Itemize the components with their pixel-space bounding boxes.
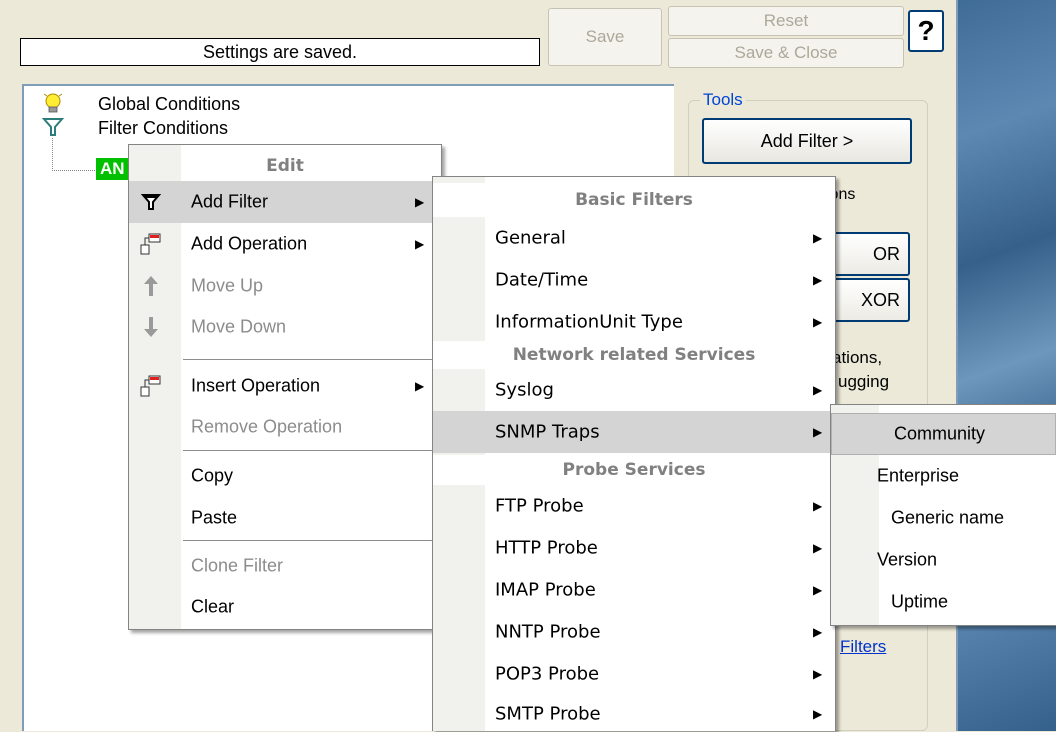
lightbulb-icon bbox=[43, 93, 63, 113]
paste-label: Paste bbox=[191, 507, 238, 528]
submenu-arrow-icon: ▶ bbox=[415, 379, 425, 393]
http-label: HTTP Probe bbox=[495, 537, 598, 559]
remove-operation-label: Remove Operation bbox=[191, 416, 343, 437]
submenu-arrow-icon: ▶ bbox=[813, 315, 823, 329]
submenu-item-datetime[interactable]: Date/Time ▶ bbox=[433, 259, 835, 301]
submenu-item-infounit[interactable]: InformationUnit Type ▶ bbox=[433, 301, 835, 343]
edit-context-menu: Edit Add Filter ▶ Add Operation ▶ Move U… bbox=[128, 144, 442, 630]
move-down-label: Move Down bbox=[191, 316, 287, 337]
submenu-arrow-icon: ▶ bbox=[813, 425, 823, 439]
general-label: General bbox=[495, 227, 566, 249]
menu-item-remove-operation[interactable]: Remove Operation bbox=[129, 407, 441, 447]
submenu-arrow-icon: ▶ bbox=[415, 195, 425, 209]
submenu-item-http-probe[interactable]: HTTP Probe ▶ bbox=[433, 527, 835, 569]
submenu-item-general[interactable]: General ▶ bbox=[433, 217, 835, 259]
menu-item-paste[interactable]: Paste bbox=[129, 497, 441, 539]
submenu-item-imap-probe[interactable]: IMAP Probe ▶ bbox=[433, 569, 835, 611]
uptime-label: Uptime bbox=[891, 591, 949, 612]
add-operation-label: Add Operation bbox=[191, 233, 308, 254]
submenu-item-ftp-probe[interactable]: FTP Probe ▶ bbox=[433, 485, 835, 527]
clone-filter-label: Clone Filter bbox=[191, 555, 284, 576]
submenu-arrow-icon: ▶ bbox=[415, 237, 425, 251]
snmp-item-version[interactable]: Version bbox=[831, 539, 1056, 581]
help-button[interactable]: ? bbox=[908, 10, 944, 52]
add-filter-label: Add Filter bbox=[191, 191, 269, 212]
header-probe-services: Probe Services bbox=[433, 455, 835, 485]
tree-label-filter: Filter Conditions bbox=[98, 118, 229, 138]
snmp-submenu: Community Enterprise Generic name Versio… bbox=[830, 404, 1056, 626]
snmp-item-generic-name[interactable]: Generic name bbox=[831, 497, 1056, 539]
operation-icon bbox=[140, 375, 161, 397]
copy-label: Copy bbox=[191, 465, 234, 486]
menu-separator bbox=[183, 359, 437, 360]
snmp-item-community[interactable]: Community bbox=[831, 413, 1056, 455]
enterprise-label: Enterprise bbox=[877, 465, 960, 486]
arrow-down-icon bbox=[144, 317, 158, 337]
submenu-item-smtp-probe[interactable]: SMTP Probe ▶ bbox=[433, 695, 835, 732]
snmp-item-enterprise[interactable]: Enterprise bbox=[831, 455, 1056, 497]
menu-item-insert-operation[interactable]: Insert Operation ▶ bbox=[129, 365, 441, 407]
menu-item-clone-filter[interactable]: Clone Filter bbox=[129, 545, 441, 587]
community-label: Community bbox=[894, 423, 986, 444]
submenu-arrow-icon: ▶ bbox=[813, 231, 823, 245]
snmp-label: SNMP Traps bbox=[495, 421, 600, 443]
smtp-label: SMTP Probe bbox=[495, 703, 601, 724]
submenu-item-syslog[interactable]: Syslog ▶ bbox=[433, 369, 835, 411]
infounit-label: InformationUnit Type bbox=[495, 311, 683, 333]
submenu-item-snmp-traps[interactable]: SNMP Traps ▶ bbox=[433, 411, 835, 453]
submenu-arrow-icon: ▶ bbox=[813, 583, 823, 597]
add-filter-button[interactable]: Add Filter > bbox=[702, 118, 912, 164]
submenu-arrow-icon: ▶ bbox=[813, 273, 823, 287]
menu-item-clear[interactable]: Clear bbox=[129, 587, 441, 627]
tree-connector bbox=[52, 138, 97, 171]
tree-label-global: Global Conditions bbox=[98, 94, 241, 114]
menu-separator bbox=[183, 540, 437, 541]
status-field: Settings are saved. bbox=[20, 38, 540, 66]
menu-item-move-down[interactable]: Move Down bbox=[129, 307, 441, 347]
submenu-arrow-icon: ▶ bbox=[813, 667, 823, 681]
nntp-label: NNTP Probe bbox=[495, 621, 601, 643]
version-label: Version bbox=[877, 549, 938, 570]
submenu-arrow-icon: ▶ bbox=[813, 499, 823, 513]
syslog-label: Syslog bbox=[495, 379, 554, 401]
menu-item-copy[interactable]: Copy bbox=[129, 455, 441, 497]
operation-icon bbox=[140, 233, 161, 255]
save-button[interactable]: Save bbox=[548, 8, 662, 66]
filters-link[interactable]: Filters bbox=[840, 637, 886, 657]
filter-submenu: Basic Filters General ▶ Date/Time ▶ Info… bbox=[432, 176, 836, 731]
imap-label: IMAP Probe bbox=[495, 579, 596, 601]
save-close-button[interactable]: Save & Close bbox=[668, 38, 904, 68]
info-text-2: ugging bbox=[838, 372, 890, 391]
funnel-icon bbox=[141, 194, 161, 210]
header-network-services: Network related Services bbox=[433, 341, 835, 369]
submenu-arrow-icon: ▶ bbox=[813, 541, 823, 555]
move-up-label: Move Up bbox=[191, 275, 264, 296]
menu-item-move-up[interactable]: Move Up bbox=[129, 265, 441, 307]
pop3-label: POP3 Probe bbox=[495, 663, 600, 685]
submenu-item-nntp-probe[interactable]: NNTP Probe ▶ bbox=[433, 611, 835, 653]
generic-name-label: Generic name bbox=[891, 507, 1005, 528]
submenu-arrow-icon: ▶ bbox=[813, 625, 823, 639]
info-text-1: ations, bbox=[832, 348, 883, 367]
clear-label: Clear bbox=[191, 596, 235, 617]
menu-item-add-filter[interactable]: Add Filter ▶ bbox=[129, 181, 441, 223]
menu-separator bbox=[183, 450, 437, 451]
insert-operation-label: Insert Operation bbox=[191, 375, 321, 396]
datetime-label: Date/Time bbox=[495, 269, 589, 291]
menu-item-add-operation[interactable]: Add Operation ▶ bbox=[129, 223, 441, 265]
tools-legend: Tools bbox=[700, 90, 746, 110]
arrow-up-icon bbox=[144, 276, 158, 296]
snmp-item-uptime[interactable]: Uptime bbox=[831, 581, 1056, 623]
edit-menu-header: Edit bbox=[266, 156, 304, 176]
submenu-arrow-icon: ▶ bbox=[813, 383, 823, 397]
ftp-label: FTP Probe bbox=[495, 495, 584, 517]
submenu-arrow-icon: ▶ bbox=[813, 706, 823, 721]
submenu-item-pop3-probe[interactable]: POP3 Probe ▶ bbox=[433, 653, 835, 695]
reset-button[interactable]: Reset bbox=[668, 6, 904, 36]
header-basic-filters: Basic Filters bbox=[433, 183, 835, 217]
funnel-icon bbox=[42, 118, 64, 136]
